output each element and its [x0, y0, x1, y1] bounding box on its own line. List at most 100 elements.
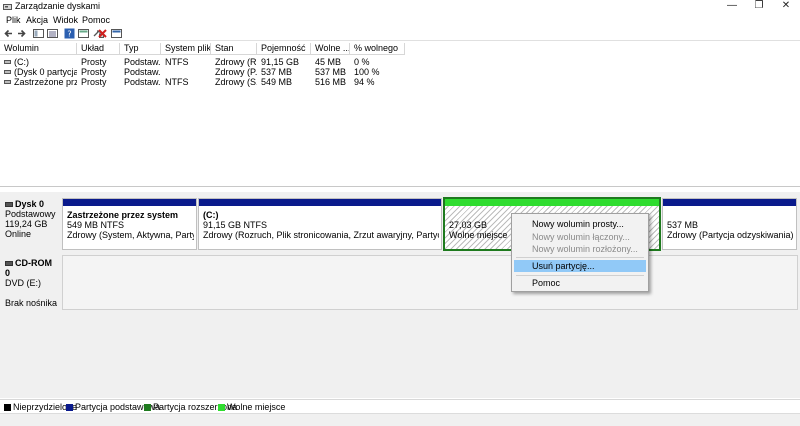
column-header-stan[interactable]: Stan	[211, 43, 257, 55]
partition-text: (C:) 91,15 GB NTFS Zdrowy (Rozruch, Plik…	[203, 210, 439, 240]
cell-wolumin-text: Zastrzeżone przez ...	[14, 77, 77, 87]
cdrom-type: DVD (E:)	[5, 278, 41, 288]
partition-status: Zdrowy (System, Aktywna, Partycja podst	[67, 230, 194, 240]
cell-uklad: Prosty	[81, 57, 107, 67]
volume-icon	[4, 70, 11, 74]
partition-size: 549 MB NTFS	[67, 220, 125, 230]
help-icon[interactable]: ?	[64, 28, 75, 39]
table-row[interactable]: (Dysk 0 partycja 3) Prosty Podstaw... Zd…	[0, 67, 800, 77]
cdrom-icon	[5, 261, 13, 266]
column-header-wolne[interactable]: Wolne ...	[311, 43, 350, 55]
menu-item-new-spanned-volume[interactable]: Nowy wolumin łączony...	[514, 231, 646, 243]
menu-item-new-simple-volume[interactable]: Nowy wolumin prosty...	[514, 218, 646, 230]
console-tree-icon[interactable]	[33, 28, 44, 39]
close-button[interactable]: ✕	[772, 0, 800, 13]
menu-widok[interactable]: Widok	[53, 14, 78, 26]
legend-swatch	[218, 404, 225, 411]
cell-stan: Zdrowy (P...	[215, 67, 257, 77]
cell-typ: Podstaw...	[124, 67, 161, 77]
legend-bar: Nieprzydzielone Partycja podstawowa Part…	[0, 399, 800, 412]
legend-swatch	[144, 404, 151, 411]
menu-akcja[interactable]: Akcja	[26, 14, 48, 26]
table-row[interactable]: (C:) Prosty Podstaw... NTFS Zdrowy (R...…	[0, 57, 800, 67]
cell-typ: Podstaw...	[124, 57, 161, 67]
cell-wolumin: (Dysk 0 partycja 3)	[0, 67, 77, 77]
maximize-button[interactable]: ❐	[745, 0, 773, 13]
window-title: Zarządzanie dyskami	[15, 1, 101, 11]
cell-stan: Zdrowy (S...	[215, 77, 257, 87]
volume-list: Wolumin Układ Typ System plik... Stan Po…	[0, 43, 800, 187]
menu-item-new-striped-volume[interactable]: Nowy wolumin rozłożony...	[514, 243, 646, 255]
table-row[interactable]: Zastrzeżone przez ... Prosty Podstaw... …	[0, 77, 800, 87]
legend-swatch	[4, 404, 11, 411]
cell-procent-wolnego: 94 %	[354, 77, 375, 87]
cell-procent-wolnego: 100 %	[354, 67, 380, 77]
column-header-uklad[interactable]: Układ	[77, 43, 120, 55]
context-menu: Nowy wolumin prosty... Nowy wolumin łącz…	[511, 213, 649, 292]
properties-icon[interactable]	[111, 28, 122, 39]
disk0-label[interactable]: Dysk 0 Podstawowy 119,24 GB Online	[2, 196, 61, 248]
partition-text: 537 MB Zdrowy (Partycja odzyskiwania)	[667, 220, 794, 240]
menu-pomoc[interactable]: Pomoc	[82, 14, 110, 26]
menu-separator	[516, 275, 644, 276]
disk0-type: Podstawowy	[5, 209, 56, 219]
column-header-system-plikow[interactable]: System plik...	[161, 43, 211, 55]
minimize-button[interactable]: —	[718, 0, 746, 13]
cell-pojemnosc: 91,15 GB	[261, 57, 300, 67]
column-header-wolumin[interactable]: Wolumin	[0, 43, 77, 55]
cell-wolumin: Zastrzeżone przez ...	[0, 77, 77, 87]
legend-label: Wolne miejsce	[227, 402, 286, 412]
disk-icon	[5, 202, 13, 207]
partition-title: (C:)	[203, 210, 219, 220]
cell-wolumin: (C:)	[0, 57, 77, 67]
cdrom-media-area[interactable]	[62, 255, 798, 310]
menu-item-delete-partition[interactable]: Usuń partycję...	[514, 260, 646, 272]
partition-c-drive[interactable]: (C:) 91,15 GB NTFS Zdrowy (Rozruch, Plik…	[198, 198, 442, 250]
partition-title: Zastrzeżone przez system	[67, 210, 179, 220]
partition-size: 91,15 GB NTFS	[203, 220, 268, 230]
partition-recovery[interactable]: 537 MB Zdrowy (Partycja odzyskiwania)	[662, 198, 797, 250]
column-header-typ[interactable]: Typ	[120, 43, 161, 55]
cell-stan: Zdrowy (R...	[215, 57, 257, 67]
title-bar: Zarządzanie dyskami — ❐ ✕	[0, 0, 800, 13]
volume-icon	[4, 80, 11, 84]
volume-icon	[4, 60, 11, 64]
delete-icon[interactable]	[97, 28, 108, 39]
partition-status: Zdrowy (Partycja odzyskiwania)	[667, 230, 794, 240]
cell-system-plikow	[161, 67, 211, 77]
cell-wolumin-text: (C:)	[14, 57, 29, 67]
partition-text: Zastrzeżone przez system 549 MB NTFS Zdr…	[67, 210, 194, 240]
partition-text: 27,03 GB Wolne miejsce	[449, 220, 507, 240]
view-icon[interactable]	[78, 28, 89, 39]
cell-system-plikow: NTFS	[165, 77, 189, 87]
partition-status: Wolne miejsce	[449, 230, 508, 240]
menu-bar: Plik Akcja Widok Pomoc	[0, 14, 800, 26]
cdrom-status: Brak nośnika	[5, 298, 58, 308]
menu-item-help[interactable]: Pomoc	[514, 277, 646, 289]
cell-pojemnosc: 549 MB	[261, 77, 293, 87]
primary-partition-bar	[63, 199, 196, 206]
partition-size: 537 MB	[667, 220, 699, 230]
partition-size: 27,03 GB	[449, 220, 488, 230]
volume-list-header: Wolumin Układ Typ System plik... Stan Po…	[0, 43, 800, 55]
menu-separator	[516, 257, 644, 258]
properties-list-icon[interactable]	[47, 28, 58, 39]
menu-plik[interactable]: Plik	[6, 14, 21, 26]
partition-system-reserved[interactable]: Zastrzeżone przez system 549 MB NTFS Zdr…	[62, 198, 197, 250]
forward-arrow-icon[interactable]	[16, 28, 27, 39]
free-space-bar	[445, 199, 659, 206]
status-bar	[0, 413, 800, 426]
disk0-size: 119,24 GB	[5, 219, 48, 229]
cell-uklad: Prosty	[81, 77, 107, 87]
column-header-pojemnosc[interactable]: Pojemność	[257, 43, 311, 55]
cdrom-label[interactable]: CD-ROM 0 DVD (E:) Brak nośnika	[2, 255, 61, 310]
cell-wolne: 516 MB	[315, 77, 347, 87]
back-arrow-icon[interactable]	[3, 28, 14, 39]
disk0-status: Online	[5, 229, 32, 239]
column-header-procent-wolnego[interactable]: % wolnego	[350, 43, 405, 55]
disk-graphical-view: Dysk 0 Podstawowy 119,24 GB Online Zastr…	[0, 192, 800, 398]
cell-wolne: 537 MB	[315, 67, 347, 77]
disk0-name: Dysk 0	[15, 199, 45, 209]
cell-procent-wolnego: 0 %	[354, 57, 370, 67]
legend-free-space: Wolne miejsce	[218, 402, 285, 412]
